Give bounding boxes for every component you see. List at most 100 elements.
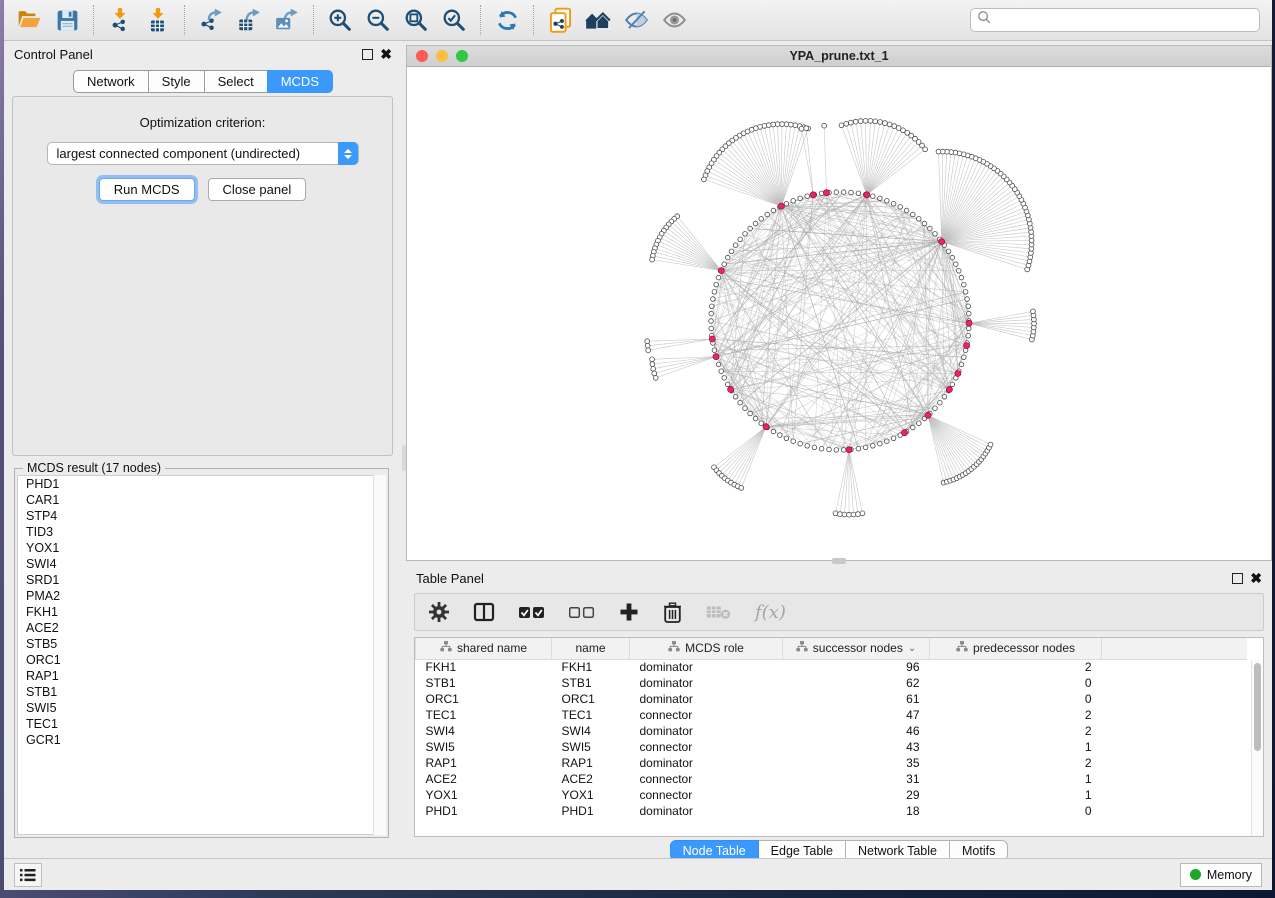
add-column-icon[interactable] xyxy=(619,602,639,622)
status-bar: Memory xyxy=(4,858,1272,890)
zoom-fit-icon[interactable] xyxy=(397,4,435,36)
tab-style[interactable]: Style xyxy=(148,70,204,93)
table-scrollbar-thumb[interactable] xyxy=(1254,663,1261,751)
mcds-result-item[interactable]: FKH1 xyxy=(18,604,385,620)
mcds-result-item[interactable]: PHD1 xyxy=(18,476,385,492)
show-all-icon[interactable] xyxy=(655,4,693,36)
mcds-result-item[interactable]: STB1 xyxy=(18,684,385,700)
refresh-icon[interactable] xyxy=(488,4,526,36)
table-row[interactable]: ACE2ACE2connector311 xyxy=(416,771,1247,787)
table-row[interactable]: FKH1FKH1dominator962 xyxy=(416,659,1247,675)
mcds-result-item[interactable]: TEC1 xyxy=(18,716,385,732)
export-network-icon[interactable] xyxy=(192,4,230,36)
tab-mcds[interactable]: MCDS xyxy=(267,70,333,93)
sort-indicator-icon: ⌄ xyxy=(908,643,916,654)
cell: SWI5 xyxy=(416,739,552,755)
close-panel-icon[interactable]: ✖ xyxy=(380,49,392,60)
table-row[interactable]: STB1STB1dominator620 xyxy=(416,675,1247,691)
table-row[interactable]: YOX1YOX1connector291 xyxy=(416,787,1247,803)
mcds-result-item[interactable]: TID3 xyxy=(18,524,385,540)
toolbar-separator xyxy=(184,5,185,35)
table-scrollbar[interactable] xyxy=(1251,660,1263,836)
export-image-icon[interactable] xyxy=(268,4,306,36)
column-header-predecessor-nodes[interactable]: predecessor nodes xyxy=(930,638,1102,659)
search-icon xyxy=(977,10,992,30)
table-row[interactable]: SWI4SWI4dominator462 xyxy=(416,723,1247,739)
network-canvas[interactable] xyxy=(407,67,1271,560)
tab-select[interactable]: Select xyxy=(204,70,267,93)
mcds-result-item[interactable]: SWI5 xyxy=(18,700,385,716)
import-network-icon[interactable] xyxy=(101,4,139,36)
delete-columns-icon[interactable] xyxy=(663,602,682,623)
run-mcds-button[interactable]: Run MCDS xyxy=(99,178,195,201)
node-table: shared name name MCDS role successor nod… xyxy=(415,638,1247,819)
mcds-result-item[interactable]: SRD1 xyxy=(18,572,385,588)
hide-selected-icon[interactable] xyxy=(617,4,655,36)
search-input[interactable] xyxy=(992,13,1253,27)
cell: 0 xyxy=(930,803,1102,819)
clear-selection-icon[interactable] xyxy=(569,605,595,620)
mcds-result-list[interactable]: PHD1CAR1STP4TID3YOX1SWI4SRD1PMA2FKH1ACE2… xyxy=(17,475,386,835)
column-type-icon xyxy=(796,641,808,655)
first-neighbors-icon[interactable] xyxy=(579,4,617,36)
float-panel-icon[interactable] xyxy=(362,49,373,60)
mcds-result-item[interactable]: PMA2 xyxy=(18,588,385,604)
table-row[interactable]: PHD1PHD1dominator180 xyxy=(416,803,1247,819)
table-row[interactable]: TEC1TEC1connector472 xyxy=(416,707,1247,723)
zoom-in-icon[interactable] xyxy=(321,4,359,36)
mcds-tab-content: Optimization criterion: largest connecte… xyxy=(12,96,393,456)
zoom-selected-icon[interactable] xyxy=(435,4,473,36)
search-box[interactable] xyxy=(970,8,1260,32)
save-session-icon[interactable] xyxy=(48,4,86,36)
memory-status-icon xyxy=(1190,869,1201,880)
mcds-result-group: MCDS result (17 nodes) PHD1CAR1STP4TID3Y… xyxy=(14,468,389,838)
delete-table-icon xyxy=(706,604,731,620)
column-header-MCDS-role[interactable]: MCDS role xyxy=(630,638,783,659)
float-table-panel-icon[interactable] xyxy=(1232,573,1243,584)
memory-button[interactable]: Memory xyxy=(1180,863,1262,887)
table-row[interactable]: SWI5SWI5connector431 xyxy=(416,739,1247,755)
cell: 43 xyxy=(783,739,930,755)
open-file-icon[interactable] xyxy=(10,4,48,36)
close-panel-button[interactable]: Close panel xyxy=(208,178,307,201)
mcds-result-scrollbar[interactable] xyxy=(373,475,386,835)
panel-menu-button[interactable] xyxy=(14,863,42,887)
zoom-out-icon[interactable] xyxy=(359,4,397,36)
mcds-result-item[interactable]: STP4 xyxy=(18,508,385,524)
network-from-selection-icon[interactable] xyxy=(541,4,579,36)
table-mode-gear-icon[interactable] xyxy=(429,602,449,622)
toolbar-separator xyxy=(313,5,314,35)
mcds-result-item[interactable]: GCR1 xyxy=(18,732,385,748)
app-window: Control Panel ✖ NetworkStyleSelectMCDS O… xyxy=(4,0,1272,890)
column-header-name[interactable]: name xyxy=(552,638,630,659)
toolbar-separator xyxy=(480,5,481,35)
show-columns-icon[interactable] xyxy=(473,602,495,622)
export-table-icon[interactable] xyxy=(230,4,268,36)
mcds-result-item[interactable]: ACE2 xyxy=(18,620,385,636)
close-table-panel-icon[interactable]: ✖ xyxy=(1250,573,1262,584)
cell: 2 xyxy=(930,723,1102,739)
mcds-result-item[interactable]: YOX1 xyxy=(18,540,385,556)
mcds-result-item[interactable]: SWI4 xyxy=(18,556,385,572)
mcds-result-item[interactable]: STB5 xyxy=(18,636,385,652)
horizontal-splitter[interactable] xyxy=(832,558,846,564)
optimization-criterion-select[interactable]: largest connected component (undirected) xyxy=(47,142,359,165)
column-header-shared-name[interactable]: shared name xyxy=(416,638,552,659)
cell: SWI4 xyxy=(552,723,630,739)
mcds-result-item[interactable]: RAP1 xyxy=(18,668,385,684)
network-graph[interactable] xyxy=(407,67,1271,560)
vertical-splitter[interactable] xyxy=(402,445,406,471)
select-all-rows-icon[interactable] xyxy=(519,605,545,620)
table-row[interactable]: RAP1RAP1dominator352 xyxy=(416,755,1247,771)
import-table-icon[interactable] xyxy=(139,4,177,36)
cell: dominator xyxy=(630,803,783,819)
cell: 96 xyxy=(783,659,930,675)
mcds-result-item[interactable]: ORC1 xyxy=(18,652,385,668)
table-row[interactable]: ORC1ORC1dominator610 xyxy=(416,691,1247,707)
tab-network[interactable]: Network xyxy=(73,70,148,93)
cell: TEC1 xyxy=(416,707,552,723)
column-header-successor-nodes[interactable]: successor nodes ⌄ xyxy=(783,638,930,659)
mcds-result-item[interactable]: CAR1 xyxy=(18,492,385,508)
network-view-title: YPA_prune.txt_1 xyxy=(407,49,1271,63)
cell: dominator xyxy=(630,723,783,739)
